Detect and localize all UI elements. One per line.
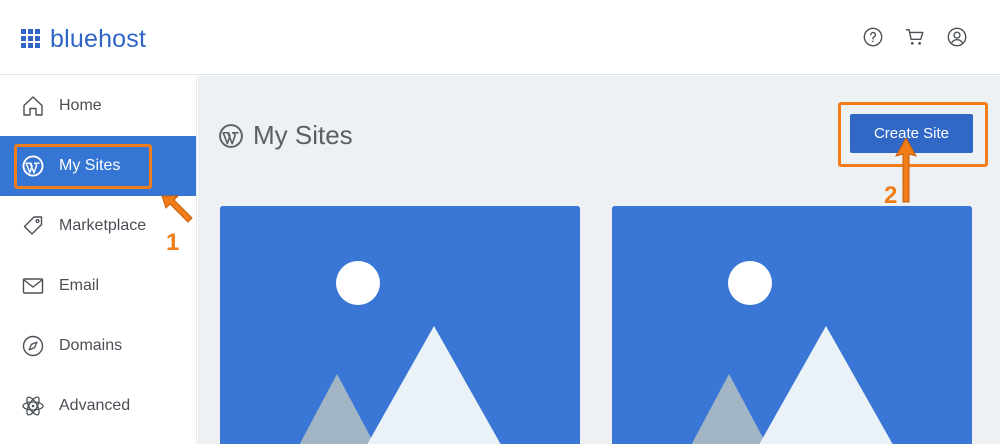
sidebar-item-label: Email [59,277,100,294]
compass-icon [20,333,46,359]
sidebar-item-label: Domains [59,337,123,354]
top-header: bluehost [0,0,1000,75]
site-card[interactable] [612,206,972,444]
wordpress-icon [20,153,46,179]
home-icon [20,93,46,119]
sidebar-item-domains[interactable]: Domains [0,316,196,376]
main-content: My Sites Create Site [198,76,1000,444]
site-thumbnail-placeholder [220,206,580,444]
site-card[interactable] [220,206,580,444]
logo-grid-icon [21,29,41,49]
envelope-icon [20,273,46,299]
annotation-step-number: 2 [884,182,898,209]
annotation-step-number: 1 [166,229,180,256]
page-title: My Sites [218,120,353,151]
cart-icon[interactable] [904,26,926,48]
sidebar-item-label: Marketplace [59,217,147,234]
sidebar-item-label: Advanced [59,397,131,414]
page-title-text: My Sites [253,120,353,150]
sidebar-item-label: Home [59,97,102,114]
wordpress-icon [219,123,243,148]
sidebar-item-home[interactable]: Home [0,76,196,136]
tag-icon [20,213,46,239]
sidebar-item-email[interactable]: Email [0,256,196,316]
brand-name: bluehost [50,25,147,53]
account-icon[interactable] [946,26,968,48]
create-site-button[interactable]: Create Site [850,114,973,153]
sidebar-item-advanced[interactable]: Advanced [0,376,196,436]
bluehost-logo[interactable]: bluehost [21,26,146,52]
sidebar: Home My Sites Marketplace Email Domains … [0,76,197,444]
atom-icon [20,393,46,419]
help-icon[interactable] [862,26,884,48]
site-thumbnail-placeholder [612,206,972,444]
header-actions [862,26,968,48]
sidebar-item-label: My Sites [59,157,121,174]
sidebar-item-my-sites[interactable]: My Sites [0,136,196,196]
